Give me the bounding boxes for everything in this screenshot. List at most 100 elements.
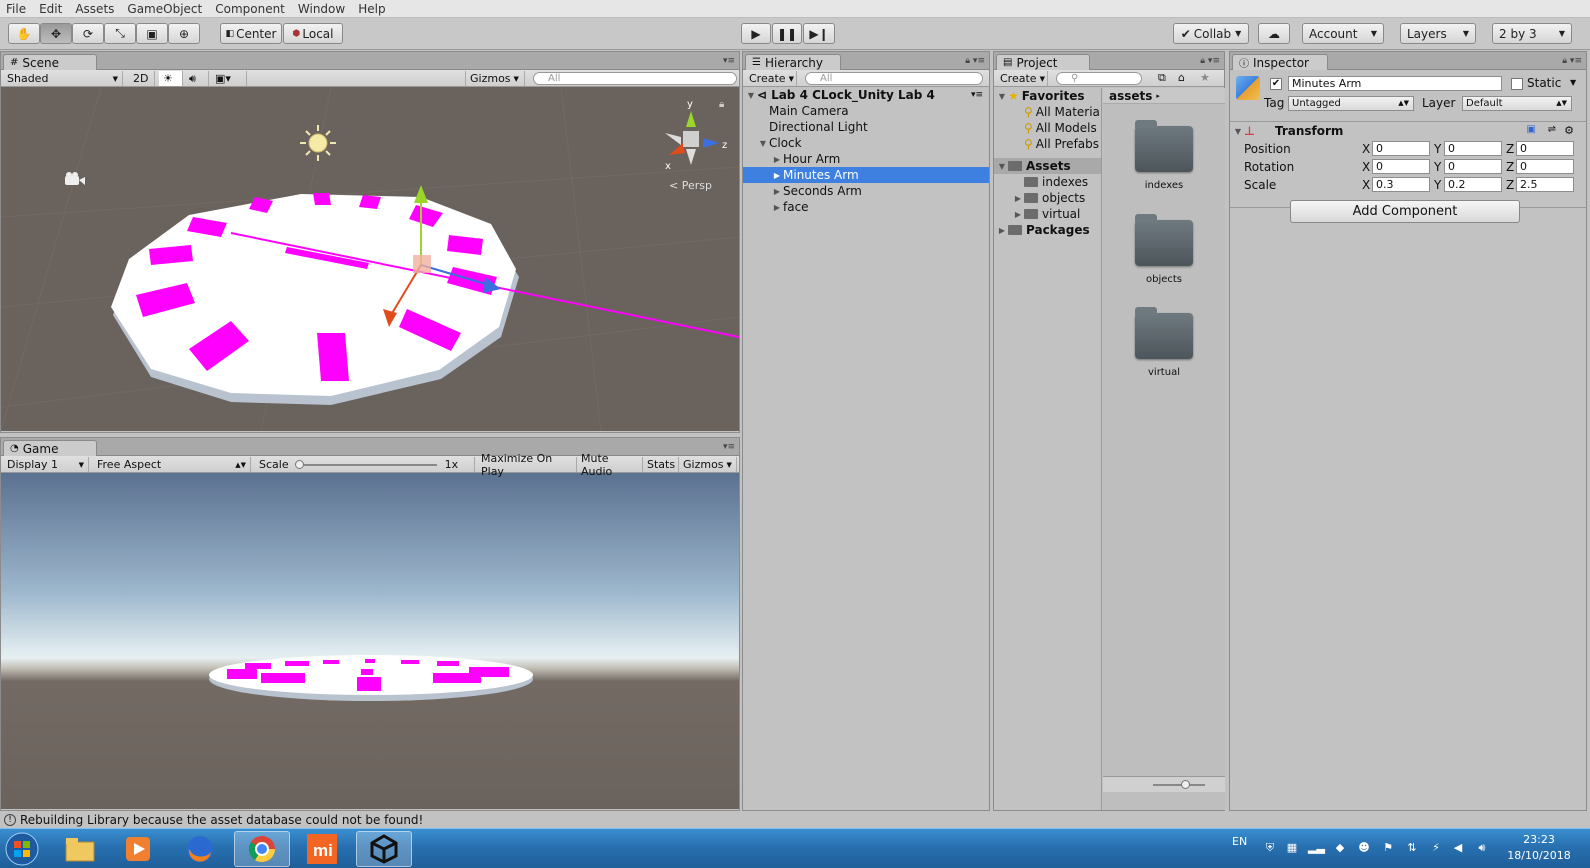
toggle-2d-button[interactable]: 2D	[129, 71, 155, 86]
lighting-toggle[interactable]: ☀	[159, 71, 183, 86]
list-item[interactable]: ⚲ All Models	[994, 120, 1101, 136]
packages-row[interactable]: ▶ Packages	[994, 222, 1101, 238]
aspect-dropdown[interactable]: Free Aspect ▲▼	[93, 457, 251, 472]
taskbar-chrome[interactable]	[234, 831, 290, 867]
shield-icon[interactable]: ⛨	[1262, 841, 1278, 855]
language-indicator[interactable]: EN	[1232, 835, 1247, 848]
icon-size-slider[interactable]	[1103, 776, 1225, 792]
nvidia-icon[interactable]: ◆	[1332, 841, 1348, 855]
panel-menu-icon[interactable]: ▾≡	[723, 56, 735, 66]
active-checkbox[interactable]: ✔	[1270, 78, 1282, 90]
audio-device-icon[interactable]: ◀	[1450, 841, 1466, 855]
tab-inspector[interactable]: ⓘ Inspector	[1232, 54, 1328, 70]
tab-hierarchy[interactable]: ☰ Hierarchy	[745, 54, 841, 70]
list-item[interactable]: ▶ face	[743, 199, 989, 215]
gameobject-name-field[interactable]: Minutes Arm	[1288, 76, 1502, 91]
list-item[interactable]: ▼ Clock	[743, 135, 989, 151]
panel-menu-icon[interactable]: 🔒︎ ▾≡	[965, 56, 985, 66]
gizmos-dropdown[interactable]: Gizmos ▼	[465, 71, 525, 86]
menu-assets[interactable]: Assets	[75, 2, 114, 16]
assets-row[interactable]: ▼ Assets	[994, 158, 1101, 174]
scene-menu-icon[interactable]: ▾≡	[971, 90, 983, 100]
chevron-right-icon[interactable]: ▶	[771, 187, 783, 196]
rotate-tool-button[interactable]: ⟳	[72, 23, 104, 44]
scene-root-row[interactable]: ▼ ⊲ Lab 4 CLock_Unity Lab 4 ▾≡	[743, 87, 989, 103]
signal-icon[interactable]: ▂▃	[1308, 841, 1325, 855]
scale-y-field[interactable]: 0.2	[1444, 177, 1502, 192]
chevron-down-icon[interactable]: ▼	[1232, 127, 1244, 136]
list-item[interactable]: ⚲ All Prefabs	[994, 136, 1101, 152]
user-tray-icon[interactable]: ☻	[1356, 841, 1372, 855]
gear-icon[interactable]: ⚙	[1564, 124, 1574, 137]
menu-window[interactable]: Window	[298, 2, 345, 16]
panel-menu-icon[interactable]: 🔒︎ ▾≡	[1562, 56, 1582, 66]
filter-label-icon[interactable]: ⌂	[1178, 71, 1185, 84]
volume-icon[interactable]: 🔊︎	[1474, 841, 1490, 855]
chevron-down-icon[interactable]: ▼	[996, 92, 1008, 101]
breadcrumb[interactable]: assets ▸	[1103, 88, 1225, 104]
menu-help[interactable]: Help	[358, 2, 385, 16]
rotation-z-field[interactable]: 0	[1516, 159, 1574, 174]
project-search-input[interactable]: ⚲	[1056, 72, 1142, 85]
clock[interactable]: 23:23 18/10/2018	[1504, 832, 1574, 864]
panel-menu-icon[interactable]: 🔒︎ ▾≡	[1200, 56, 1220, 66]
scale-x-field[interactable]: 0.3	[1372, 177, 1430, 192]
play-button[interactable]: ▶	[741, 23, 771, 44]
list-item-selected[interactable]: ▶ Minutes Arm	[743, 167, 989, 183]
taskbar-media-player[interactable]	[110, 831, 166, 867]
taskbar-explorer[interactable]	[52, 831, 108, 867]
project-create-dropdown[interactable]: Create ▼	[996, 71, 1048, 86]
chevron-right-icon[interactable]: ▶	[771, 171, 783, 180]
cloud-button[interactable]: ☁	[1258, 23, 1290, 44]
chevron-down-icon[interactable]: ▼	[996, 162, 1008, 171]
tab-scene[interactable]: # Scene	[3, 54, 97, 70]
chevron-right-icon[interactable]: ▶	[771, 203, 783, 212]
tab-project[interactable]: ▤ Project	[996, 54, 1090, 70]
folder-item[interactable]: virtual	[1135, 307, 1193, 378]
rotation-x-field[interactable]: 0	[1372, 159, 1430, 174]
chevron-down-icon[interactable]: ▼	[745, 91, 757, 100]
rotation-y-field[interactable]: 0	[1444, 159, 1502, 174]
transform-tool-button[interactable]: ⊕	[168, 23, 200, 44]
chevron-right-icon[interactable]: ▶	[771, 155, 783, 164]
pivot-center-button[interactable]: ◧ Center	[220, 23, 282, 44]
display-dropdown[interactable]: Display 1 ▼	[3, 457, 89, 472]
flag-icon[interactable]: ⚑	[1380, 841, 1396, 855]
tag-dropdown[interactable]: Untagged ▲▼	[1288, 96, 1414, 111]
taskbar-unity[interactable]	[356, 831, 412, 867]
menu-gameobject[interactable]: GameObject	[127, 2, 202, 16]
account-dropdown[interactable]: Account ▼	[1302, 23, 1384, 44]
filter-type-icon[interactable]: ⧉	[1158, 71, 1166, 85]
network-icon[interactable]: ⇅	[1404, 841, 1420, 855]
chevron-down-icon[interactable]: ▼	[757, 139, 769, 148]
hierarchy-create-dropdown[interactable]: Create ▼	[745, 71, 797, 86]
hierarchy-search-input[interactable]: All	[805, 72, 983, 85]
layer-dropdown[interactable]: Default ▲▼	[1462, 96, 1572, 111]
favorites-row[interactable]: ▼ ★ Favorites	[994, 88, 1101, 104]
status-message[interactable]: Rebuilding Library because the asset dat…	[20, 813, 423, 827]
taskbar-firefox[interactable]	[172, 831, 228, 867]
shading-dropdown[interactable]: Shaded ▼	[3, 71, 123, 86]
tab-game[interactable]: ◔ Game	[3, 440, 97, 456]
rect-tool-button[interactable]: ▣	[136, 23, 168, 44]
layout-dropdown[interactable]: 2 by 3 ▼	[1492, 23, 1572, 44]
hand-tool-button[interactable]: ✋	[8, 23, 40, 44]
chevron-right-icon[interactable]: ▶	[1012, 194, 1024, 203]
game-viewport[interactable]	[1, 473, 739, 809]
game-gizmos-dropdown[interactable]: Gizmos ▼	[679, 457, 737, 472]
chevron-right-icon[interactable]: ▶	[1012, 210, 1024, 219]
list-item[interactable]: ▶ Seconds Arm	[743, 183, 989, 199]
pause-button[interactable]: ❚❚	[772, 23, 802, 44]
scene-viewport[interactable]: y z x < Persp 🔒︎	[1, 87, 739, 431]
chevron-down-icon[interactable]: ▼	[1570, 78, 1576, 87]
list-item[interactable]: indexes	[994, 174, 1101, 190]
folder-item[interactable]: indexes	[1135, 120, 1193, 191]
scale-slider[interactable]: Scale 1x	[255, 457, 475, 472]
static-checkbox[interactable]	[1511, 78, 1523, 90]
position-x-field[interactable]: 0	[1372, 141, 1430, 156]
power-icon[interactable]: ⚡	[1428, 841, 1444, 855]
list-item[interactable]: ▶ Hour Arm	[743, 151, 989, 167]
position-z-field[interactable]: 0	[1516, 141, 1574, 156]
maximize-on-play-toggle[interactable]: Maximize On Play	[477, 452, 577, 478]
list-item[interactable]: ▶ objects	[994, 190, 1101, 206]
